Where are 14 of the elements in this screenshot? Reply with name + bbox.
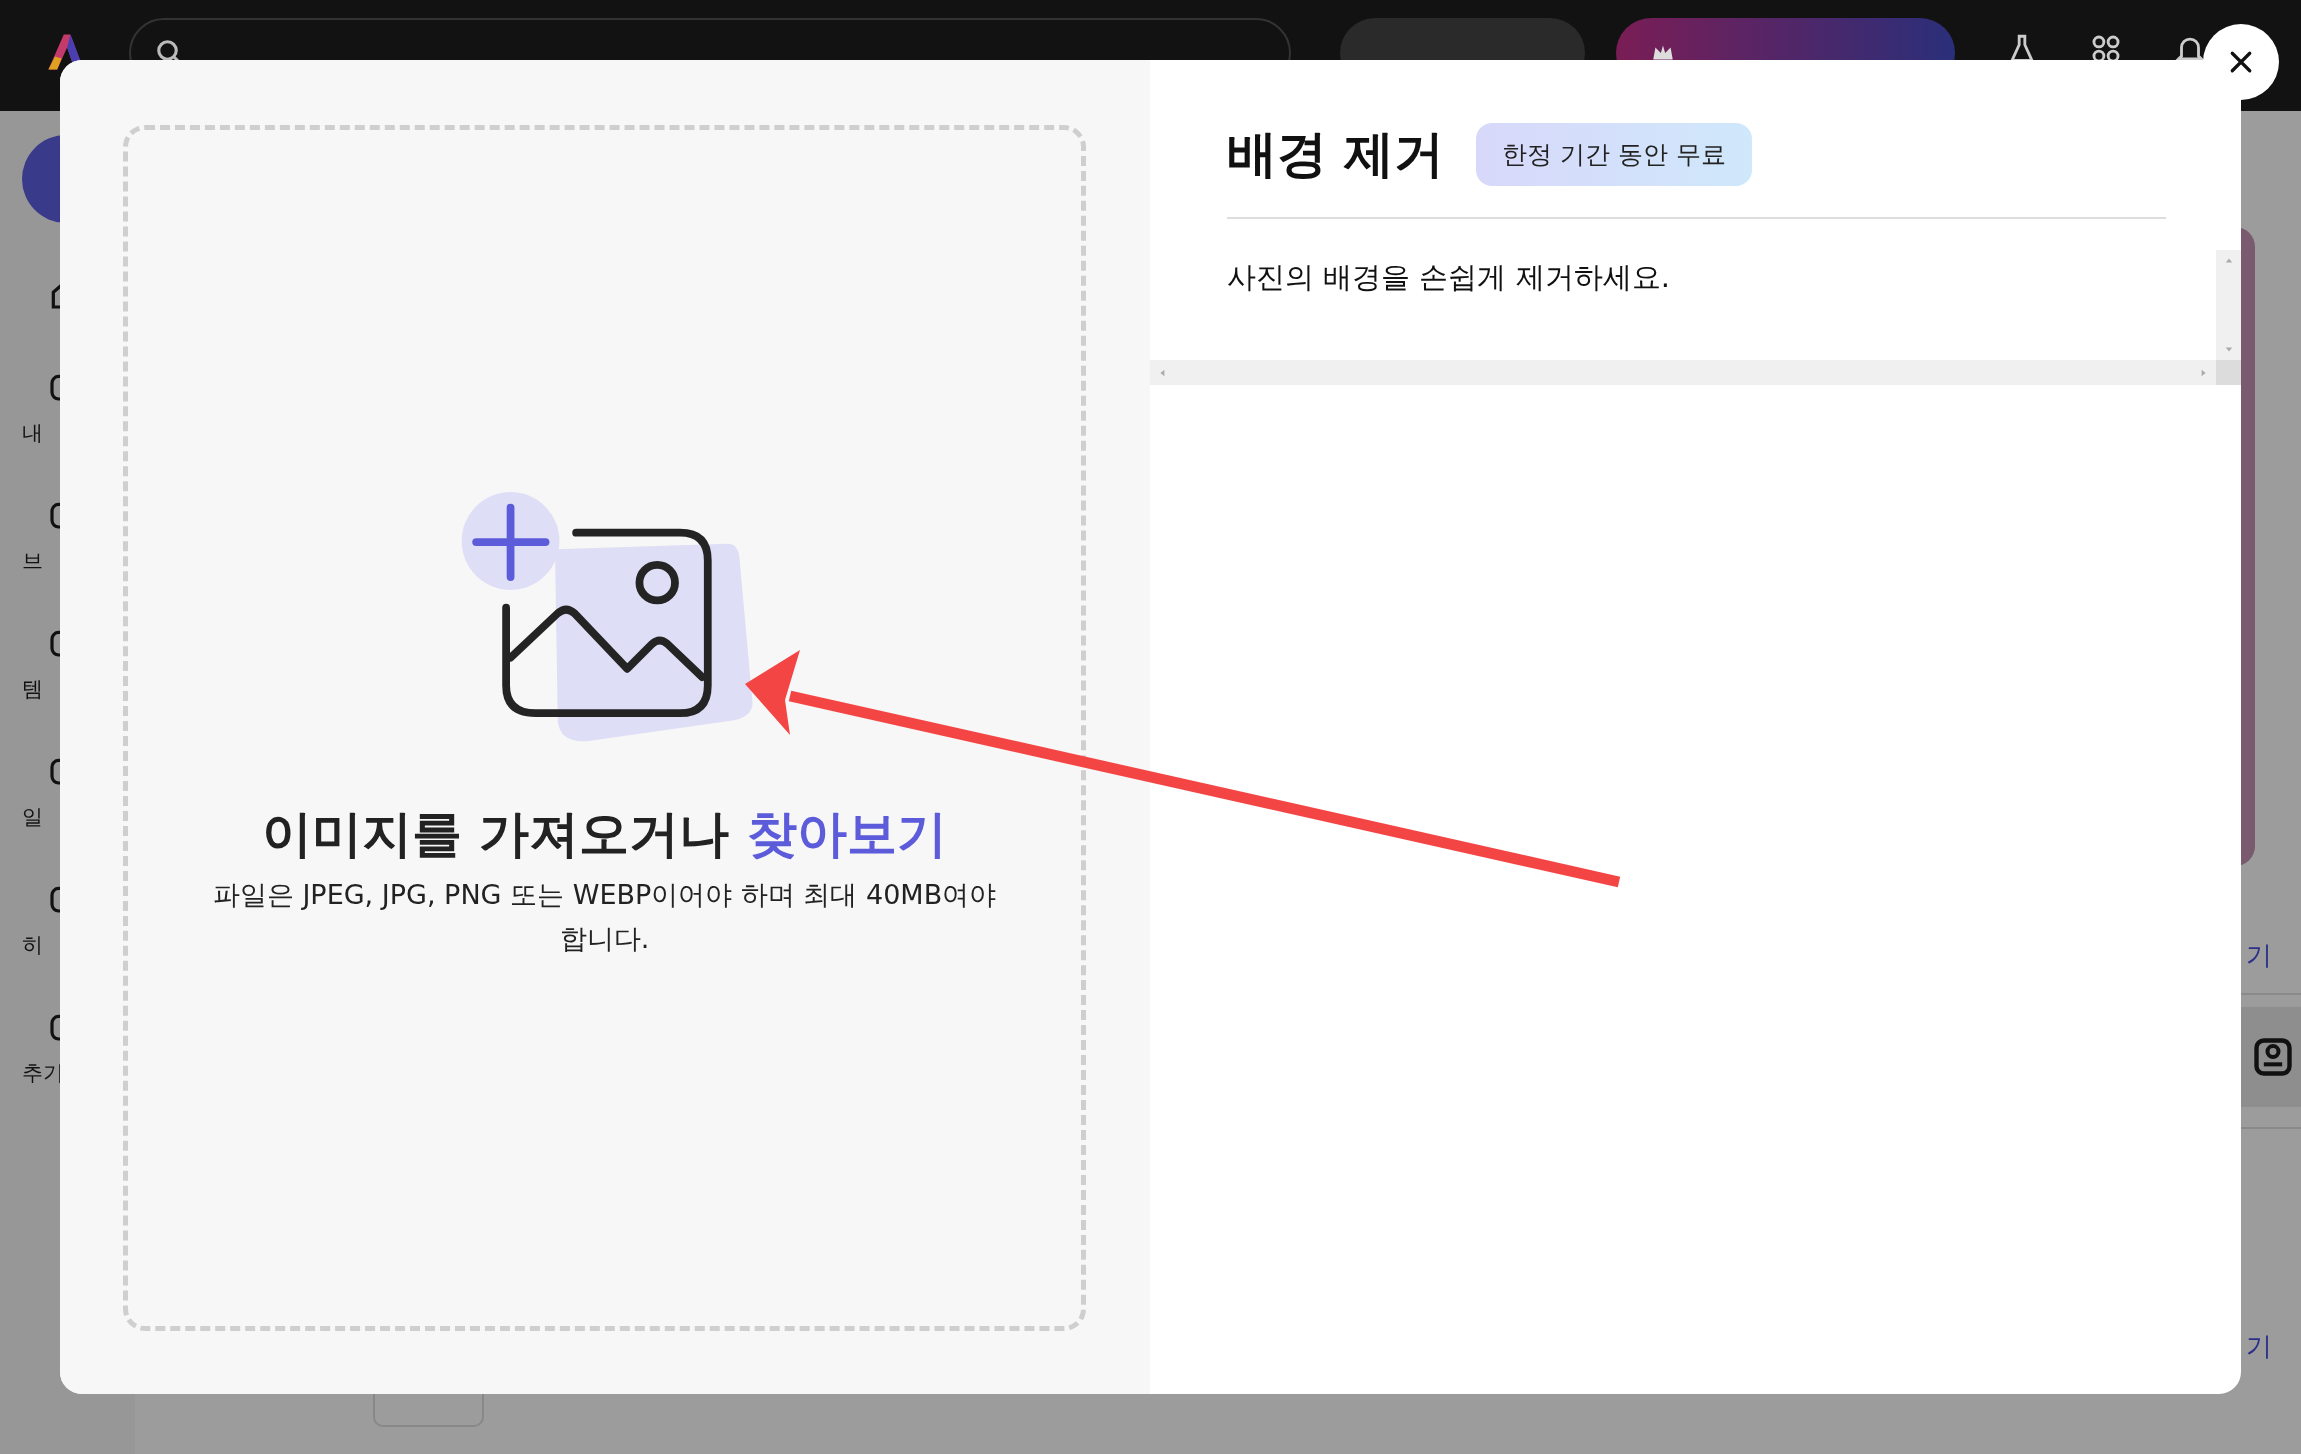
sidebar-label[interactable]: 템	[22, 675, 43, 703]
drop-zone[interactable]: 이미지를 가져오거나 찾아보기 파일은 JPEG, JPG, PNG 또는 WEBP이어야 하며 최대 40MB여야 합니다.	[123, 125, 1086, 1331]
free-badge: 한정 기간 동안 무료	[1476, 122, 1753, 186]
dialog-title: 배경 제거	[1227, 124, 1445, 185]
upload-heading: 이미지를 가져오거나 찾아보기	[262, 804, 947, 865]
sidebar-label[interactable]: 내	[22, 419, 43, 447]
sidebar-label[interactable]: 일	[22, 803, 43, 831]
id-card-icon	[2251, 1035, 2295, 1079]
scrollbar-corner	[2216, 360, 2241, 385]
sidebar-label[interactable]: 히	[22, 931, 43, 959]
sidebar-label[interactable]: 브	[22, 547, 43, 575]
browse-link[interactable]: 찾아보기	[746, 805, 947, 863]
description-text: 사진의 배경을 손쉽게 제거하세요.	[1227, 259, 1671, 296]
file-requirements-text: 파일은 JPEG, JPG, PNG 또는 WEBP이어야 하며 최대 40MB여야 합니다.	[211, 878, 998, 956]
